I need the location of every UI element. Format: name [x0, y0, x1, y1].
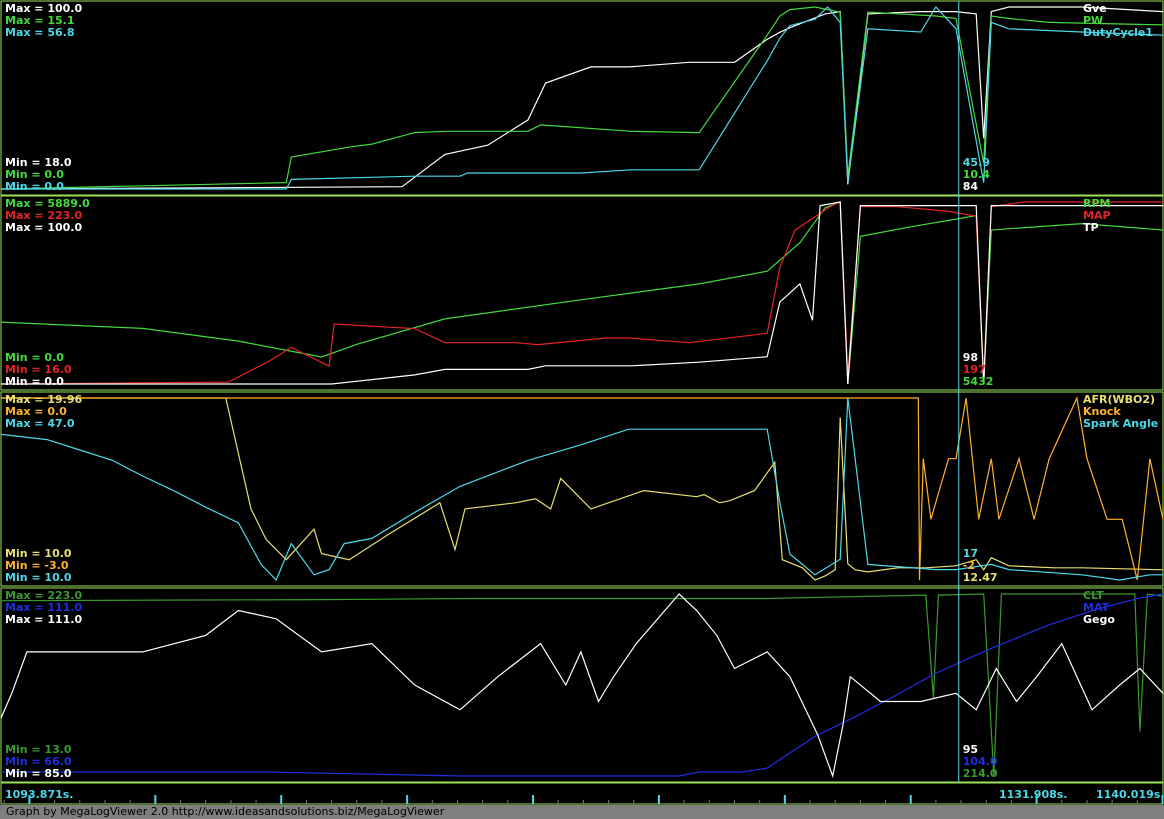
- footer-credit: Graph by MegaLogViewer 2.0 http://www.id…: [0, 805, 1164, 819]
- log-viewer-graph[interactable]: Max = 100.0Min = 18.0GveMax = 15.1Min = …: [0, 0, 1164, 819]
- legend-tp: TP: [1083, 221, 1099, 234]
- legend-gego: Gego: [1083, 613, 1115, 626]
- max-label-gego: Max = 111.0: [5, 613, 82, 626]
- min-label-dutycycle1: Min = 0.0: [5, 180, 64, 193]
- max-label-spark-angle: Max = 47.0: [5, 417, 75, 430]
- max-label-tp: Max = 100.0: [5, 221, 82, 234]
- cursor-value-rpm: 5432: [963, 375, 994, 388]
- cursor-value-gve: 84: [963, 180, 979, 193]
- min-label-spark-angle: Min = 10.0: [5, 571, 72, 584]
- min-label-gego: Min = 85.0: [5, 767, 72, 780]
- legend-dutycycle1: DutyCycle1: [1083, 26, 1153, 39]
- cursor-value-afr-wbo2-: 12.47: [963, 571, 998, 584]
- time-start-label: 1093.871s.: [5, 788, 73, 801]
- time-cursor-label: 1131.908s.: [999, 788, 1067, 801]
- min-label-tp: Min = 0.0: [5, 375, 64, 388]
- cursor-value-clt: 214.0: [963, 767, 998, 780]
- legend-spark-angle: Spark Angle: [1083, 417, 1158, 430]
- max-label-dutycycle1: Max = 56.8: [5, 26, 74, 39]
- time-end-label: 1140.019s.: [1096, 788, 1164, 801]
